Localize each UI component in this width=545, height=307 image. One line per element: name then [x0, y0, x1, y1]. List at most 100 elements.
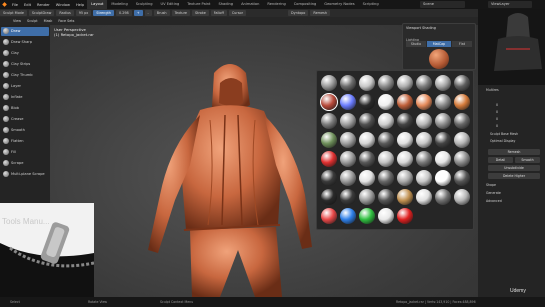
tool-crease[interactable]: Crease	[1, 115, 49, 125]
brush-menu[interactable]: Brush	[153, 10, 170, 16]
matcap-swatch[interactable]	[320, 93, 338, 111]
tab-scripting[interactable]: Scripting	[359, 0, 383, 9]
sculpt-menu[interactable]: Sculpt	[24, 19, 41, 23]
advanced-row[interactable]: Advanced	[486, 199, 502, 205]
detail-button[interactable]: Detail	[488, 157, 513, 163]
matcap-swatch[interactable]	[378, 208, 394, 224]
matcap-swatch[interactable]	[435, 75, 451, 91]
menu-render[interactable]: Render	[34, 3, 53, 7]
matcap-swatch[interactable]	[416, 170, 432, 186]
matcap-swatch[interactable]	[397, 132, 413, 148]
matcap-swatch[interactable]	[397, 208, 413, 224]
view-menu[interactable]: View	[10, 19, 24, 23]
cursor-menu[interactable]: Cursor	[228, 10, 246, 16]
smooth-button[interactable]: Smooth	[515, 157, 540, 163]
sculpt-base-mesh-checkbox[interactable]: Sculpt Base Mesh	[490, 132, 518, 138]
radius-field[interactable]: 95 px	[75, 10, 92, 16]
texture-menu[interactable]: Texture	[171, 10, 190, 16]
remesh-menu[interactable]: Remesh	[310, 10, 330, 16]
tab-modeling[interactable]: Modeling	[107, 0, 131, 9]
matcap-swatch[interactable]	[416, 75, 432, 91]
matcap-swatch[interactable]	[397, 113, 413, 129]
tab-compositing[interactable]: Compositing	[290, 0, 321, 9]
direction-add-button[interactable]: +	[133, 10, 143, 16]
matcap-swatch[interactable]	[397, 170, 413, 186]
matcap-swatch[interactable]	[454, 113, 470, 129]
matcap-swatch[interactable]	[454, 75, 470, 91]
matcap-swatch[interactable]	[340, 75, 356, 91]
scene-selector[interactable]: Scene	[420, 1, 465, 8]
matcap-swatch[interactable]	[321, 189, 337, 205]
tab-shading[interactable]: Shading	[214, 0, 237, 9]
matcap-swatch[interactable]	[359, 170, 375, 186]
matcap-swatch[interactable]	[359, 75, 375, 91]
matcap-swatch[interactable]	[340, 151, 356, 167]
matcap-swatch[interactable]	[321, 151, 337, 167]
matcap-swatch[interactable]	[359, 151, 375, 167]
matcap-swatch[interactable]	[321, 170, 337, 186]
tool-flatten[interactable]: Flatten	[1, 137, 49, 147]
face-sets-menu[interactable]: Face Sets	[55, 19, 77, 23]
matcap-swatch[interactable]	[416, 113, 432, 129]
matcap-swatch[interactable]	[416, 94, 432, 110]
matcap-swatch[interactable]	[397, 94, 413, 110]
tool-smooth[interactable]: Smooth	[1, 126, 49, 136]
matcap-swatch[interactable]	[435, 170, 451, 186]
view-layer-selector[interactable]: ViewLayer	[488, 1, 532, 8]
value-row-3[interactable]: 0	[496, 117, 498, 123]
tool-draw-sharp[interactable]: Draw Sharp	[1, 38, 49, 48]
matcap-swatch[interactable]	[416, 189, 432, 205]
stroke-menu[interactable]: Stroke	[191, 10, 209, 16]
matcap-swatch[interactable]	[435, 113, 451, 129]
matcap-swatch[interactable]	[378, 94, 394, 110]
matcap-swatch[interactable]	[435, 189, 451, 205]
tool-blob[interactable]: Blob	[1, 104, 49, 114]
brush-selector[interactable]: SculptDraw	[28, 10, 55, 16]
matcap-swatch[interactable]	[359, 208, 375, 224]
matcap-swatch[interactable]	[454, 151, 470, 167]
matcap-swatch[interactable]	[359, 132, 375, 148]
menu-file[interactable]: File	[9, 3, 21, 7]
matcap-swatch[interactable]	[416, 132, 432, 148]
subdivide-button[interactable]: Remesh	[488, 149, 540, 155]
strength-field[interactable]: 0.298	[115, 10, 132, 16]
tab-sculpting[interactable]: Sculpting	[132, 0, 157, 9]
tool-fill[interactable]: Fill	[1, 148, 49, 158]
tab-rendering[interactable]: Rendering	[263, 0, 289, 9]
matcap-swatch[interactable]	[321, 132, 337, 148]
matcap-swatch[interactable]	[321, 113, 337, 129]
tab-layout[interactable]: Layout	[87, 0, 108, 9]
matcap-swatch[interactable]	[454, 189, 470, 205]
matcap-swatch[interactable]	[397, 151, 413, 167]
menu-window[interactable]: Window	[53, 3, 73, 7]
tab-animation[interactable]: Animation	[237, 0, 263, 9]
value-row-2[interactable]: 0	[496, 110, 498, 116]
matcap-swatch[interactable]	[454, 94, 470, 110]
matcap-swatch[interactable]	[454, 132, 470, 148]
matcap-swatch[interactable]	[435, 132, 451, 148]
tool-clay-thumb[interactable]: Clay Thumb	[1, 71, 49, 81]
value-row-4[interactable]: 0	[496, 124, 498, 130]
matcap-swatch[interactable]	[340, 189, 356, 205]
lighting-matcap-button[interactable]: MatCap	[427, 41, 451, 47]
mode-selector[interactable]: Sculpt Mode	[0, 10, 27, 16]
mask-menu[interactable]: Mask	[41, 19, 56, 23]
matcap-swatch[interactable]	[454, 170, 470, 186]
matcap-swatch[interactable]	[321, 208, 337, 224]
matcap-swatch[interactable]	[378, 170, 394, 186]
matcap-swatch[interactable]	[359, 113, 375, 129]
unsubdivide-button[interactable]: Unsubdivide	[488, 165, 540, 171]
tool-inflate[interactable]: Inflate	[1, 93, 49, 103]
generate-row[interactable]: Generate	[486, 191, 501, 197]
blender-logo-icon[interactable]: ◆	[0, 0, 9, 9]
matcap-swatch[interactable]	[435, 151, 451, 167]
shape-row[interactable]: Shape	[486, 183, 496, 189]
tab-geometry-nodes[interactable]: Geometry Nodes	[320, 0, 358, 9]
tab-uv-editing[interactable]: UV Editing	[157, 0, 184, 9]
matcap-swatch[interactable]	[397, 75, 413, 91]
dyntopo-menu[interactable]: Dyntopo	[287, 10, 309, 16]
matcap-swatch[interactable]	[378, 113, 394, 129]
tab-texture-paint[interactable]: Texture Paint	[183, 0, 214, 9]
matcap-swatch[interactable]	[378, 189, 394, 205]
tool-clay[interactable]: Clay	[1, 49, 49, 59]
